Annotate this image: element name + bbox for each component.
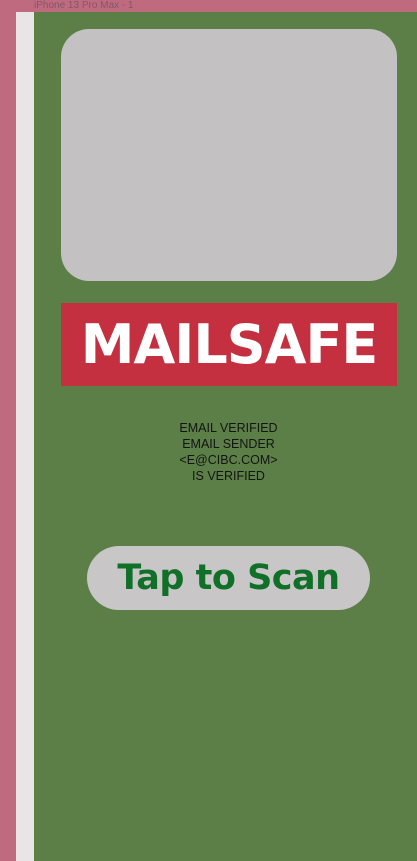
status-sender-email: <E@CIBC.COM> bbox=[179, 453, 278, 467]
status-line-2: EMAIL SENDER bbox=[182, 437, 275, 451]
tap-to-scan-button[interactable]: Tap to Scan bbox=[87, 546, 370, 610]
verification-status: EMAIL VERIFIED EMAIL SENDER <E@CIBC.COM>… bbox=[34, 420, 417, 484]
scan-preview-area bbox=[61, 29, 397, 281]
app-logo-text: MAILSAFE bbox=[80, 312, 378, 376]
frame-label: iPhone 13 Pro Max - 1 bbox=[34, 0, 134, 11]
brand-banner: MAILSAFE bbox=[61, 303, 397, 386]
app-screen: MAILSAFE EMAIL VERIFIED EMAIL SENDER <E@… bbox=[34, 12, 417, 861]
scan-button-label: Tap to Scan bbox=[117, 557, 340, 598]
status-line-1: EMAIL VERIFIED bbox=[179, 421, 278, 435]
status-line-4: IS VERIFIED bbox=[192, 469, 265, 483]
